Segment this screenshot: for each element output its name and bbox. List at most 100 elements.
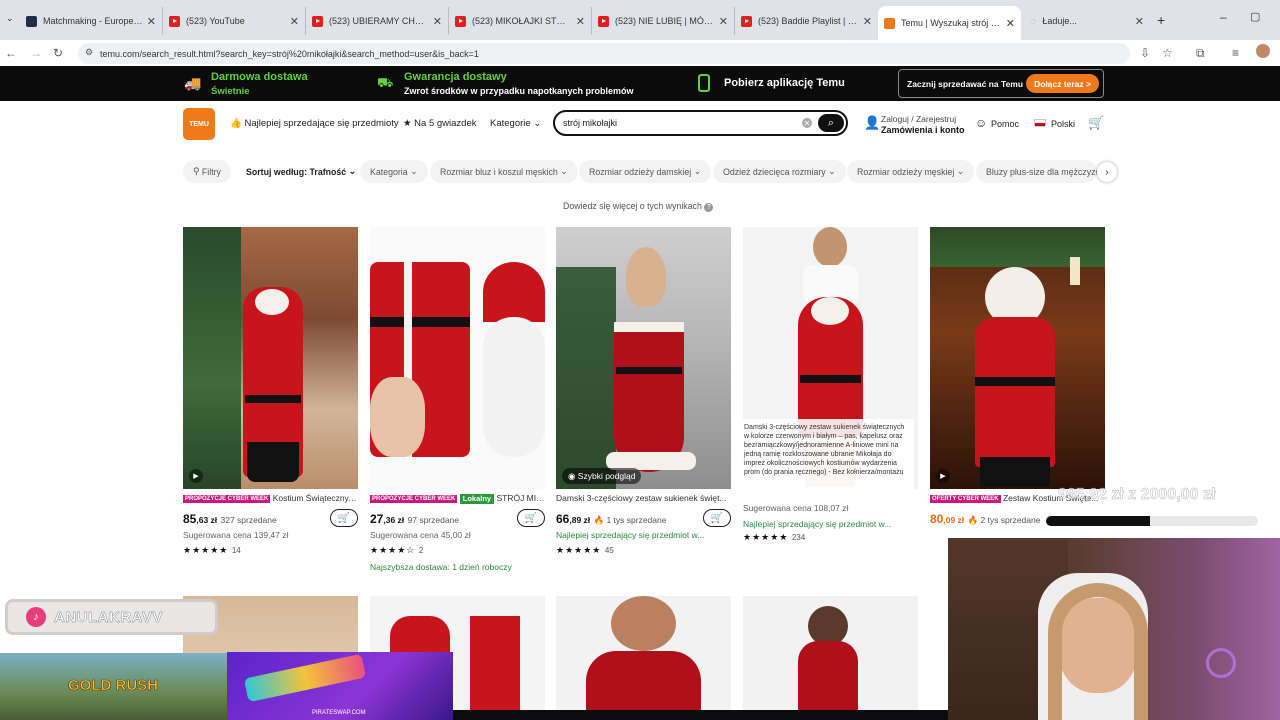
minimize-button[interactable]: –	[1220, 10, 1227, 24]
donation-goal-fill	[1046, 516, 1150, 526]
rating-stars: ★★★★★ 45	[556, 545, 614, 555]
add-to-cart-button[interactable]: 🛒	[330, 509, 358, 527]
filter-mens-shirts[interactable]: Rozmiar bluz i koszul męskich ⌄	[430, 160, 578, 183]
play-icon[interactable]: ▶	[936, 469, 950, 483]
close-icon[interactable]: ✕	[290, 15, 299, 28]
maximize-button[interactable]: ▢	[1250, 10, 1260, 23]
categories-dropdown[interactable]: Kategorie ⌄	[490, 118, 541, 129]
close-icon[interactable]: ✕	[147, 15, 156, 28]
product-title[interactable]: Damski 3-częściowy zestaw sukienek święt…	[556, 493, 731, 503]
learn-more-link[interactable]: Dowiedz się więcej o tych wynikach ?	[563, 201, 714, 212]
clear-search-icon[interactable]: ✕	[802, 118, 812, 128]
donation-goal-bar	[1046, 516, 1258, 526]
chevron-right-icon[interactable]: ›	[1097, 162, 1117, 182]
five-stars-link[interactable]: ★ Na 5 gwiazdek	[403, 118, 476, 129]
star-badge-icon: ★	[403, 118, 412, 129]
free-delivery-label[interactable]: Darmowa dostawa	[211, 71, 308, 83]
product-image[interactable]	[370, 227, 545, 489]
join-now-button[interactable]: Dołącz teraz >	[1026, 74, 1099, 93]
add-to-cart-button[interactable]: 🛒	[517, 509, 545, 527]
bookmark-star-icon[interactable]: ☆	[1162, 46, 1173, 60]
product-image[interactable]	[743, 596, 918, 720]
tab-matchmaking[interactable]: Matchmaking - Europe 5v ✕	[20, 7, 163, 35]
filter-kids-size[interactable]: Odzież dziecięca rozmiary ⌄	[713, 160, 846, 183]
close-icon[interactable]: ✕	[1135, 15, 1144, 28]
free-delivery-sub: Świetnie	[211, 86, 250, 97]
product-image[interactable]	[556, 596, 731, 720]
product-image[interactable]: ▶	[183, 227, 358, 489]
close-icon[interactable]: ✕	[576, 15, 585, 28]
help-icon[interactable]: ☺	[975, 116, 987, 130]
filter-mens-size[interactable]: Rozmiar odzieży męskiej ⌄	[847, 160, 975, 183]
product-title[interactable]: STRÓJ MIKOŁAJA MIK...	[496, 493, 545, 503]
back-arrow-icon[interactable]: ←	[5, 46, 17, 60]
site-info-icon[interactable]: ⚙	[85, 47, 93, 58]
tab-youtube[interactable]: (523) YouTube ✕	[163, 7, 306, 35]
url-field[interactable]: temu.com/search_result.html?search_key=s…	[78, 43, 1130, 64]
install-icon[interactable]: ⇩	[1140, 46, 1150, 60]
play-icon[interactable]: ▶	[189, 469, 203, 483]
login-register-link[interactable]: Zaloguj / Zarejestruj	[881, 114, 956, 124]
new-tab-button[interactable]: +	[1157, 12, 1165, 28]
temu-logo[interactable]: TEMU	[183, 108, 215, 140]
filters-button[interactable]: ⚲ Filtry	[183, 160, 231, 183]
bestseller-label[interactable]: Najlepiej sprzedający się przedmiot w...	[743, 519, 918, 529]
poland-flag-icon	[1034, 119, 1046, 127]
product-image[interactable]: ◉ Szybki podgląd	[556, 227, 731, 489]
tab-search-icon[interactable]: ⌄	[6, 13, 14, 24]
tab-temu[interactable]: Temu | Wyszukaj strój mik ✕	[878, 6, 1021, 40]
loading-icon: ◌	[1031, 16, 1037, 26]
tiktok-handle-overlay: ♪ ANULAKRAVV	[5, 599, 218, 635]
cart-icon[interactable]: 🛒	[1088, 115, 1104, 131]
search-input[interactable]: strój mikołajki	[563, 118, 617, 128]
filter-category[interactable]: Kategoria ⌄	[360, 160, 428, 183]
user-icon[interactable]: 👤	[864, 115, 880, 131]
chevron-down-icon: ⌄	[533, 118, 542, 129]
extensions-icon[interactable]: ⧉	[1196, 46, 1205, 61]
filter-icon: ⚲	[193, 166, 200, 176]
reload-icon[interactable]: ↻	[53, 46, 63, 60]
help-link[interactable]: Pomoc	[991, 119, 1019, 129]
bestsellers-link[interactable]: 👍 Najlepiej sprzedające się przedmioty	[230, 118, 399, 129]
close-icon[interactable]: ✕	[1006, 17, 1015, 30]
promo-banner: 🚚 Darmowa dostawa Świetnie ⛟ Gwarancja d…	[0, 66, 1280, 101]
product-card[interactable]: ▶ PROPOZYCJE CYBER WEEK Kostium Świątecz…	[183, 227, 358, 567]
get-app-link[interactable]: Pobierz aplikację Temu	[724, 77, 845, 89]
tab-youtube-mikolajki[interactable]: (523) MIKOŁAJKI STREAM ✕	[449, 7, 592, 35]
search-button[interactable]: ⌕	[818, 114, 844, 132]
filter-womens-size[interactable]: Rozmiar odzieży damskiej ⌄	[579, 160, 712, 183]
thumbs-up-icon: 👍	[230, 118, 242, 129]
suggested-price: Sugerowana cena 108,07 zł	[743, 503, 849, 513]
review-count: 45	[604, 546, 614, 555]
orders-account-link[interactable]: Zamówienia i konto	[881, 125, 965, 135]
tab-youtube-choinke[interactable]: (523) UBIERAMY CHOINKĘ✕	[306, 7, 449, 35]
cart-plus-icon: 🛒	[337, 512, 351, 524]
review-count: 2	[418, 546, 424, 555]
tab-loading[interactable]: ◌ Ładuje... ✕	[1025, 7, 1150, 35]
add-to-cart-button[interactable]: 🛒	[703, 509, 731, 527]
guarantee-label[interactable]: Gwarancja dostawy	[404, 71, 507, 83]
product-card-hovered[interactable]: ◉ Szybki podgląd Damski 3-częściowy zest…	[556, 227, 731, 567]
sold-count: 327 sprzedane	[220, 515, 277, 525]
donation-goal-text: 985,92 zł z 2000,00 zł	[1058, 486, 1216, 504]
product-title[interactable]: Kostium Świąteczny, Zestaw na I...	[273, 493, 358, 503]
close-icon[interactable]: ✕	[433, 15, 442, 28]
sort-dropdown[interactable]: Sortuj według: Trafność ⌄	[236, 160, 367, 183]
rating-stars: ★★★★☆ 2	[370, 545, 424, 555]
product-card[interactable]: Sugerowana cena 108,07 zł Najlepiej sprz…	[743, 227, 918, 567]
playlist-icon[interactable]: ≡	[1232, 46, 1239, 60]
tab-youtube-baddie[interactable]: (523) Baddie Playlist | Hot ✕	[735, 7, 878, 35]
forward-arrow-icon[interactable]: →	[30, 46, 42, 60]
search-box[interactable]: strój mikołajki ✕ ⌕	[553, 110, 848, 136]
filter-plus-size[interactable]: Bluzy plus-size dla mężczyzn	[976, 160, 1097, 183]
bestseller-label[interactable]: Najlepiej sprzedający się przedmiot w...	[556, 530, 731, 540]
start-selling-button[interactable]: Zacznij sprzedawać na Temu Dołącz teraz >	[898, 69, 1104, 98]
product-image[interactable]: ▶	[930, 227, 1105, 489]
tab-youtube-nie-lubie[interactable]: (523) NIE LUBIĘ | MÓGŁBY✕	[592, 7, 735, 35]
language-selector[interactable]: Polski	[1051, 119, 1075, 129]
product-card[interactable]: PROPOZYCJE CYBER WEEK Lokalny STRÓJ MIKO…	[370, 227, 545, 577]
profile-avatar[interactable]	[1256, 44, 1270, 58]
close-icon[interactable]: ✕	[863, 15, 872, 28]
close-icon[interactable]: ✕	[719, 15, 728, 28]
quick-view-button[interactable]: ◉ Szybki podgląd	[562, 468, 642, 484]
